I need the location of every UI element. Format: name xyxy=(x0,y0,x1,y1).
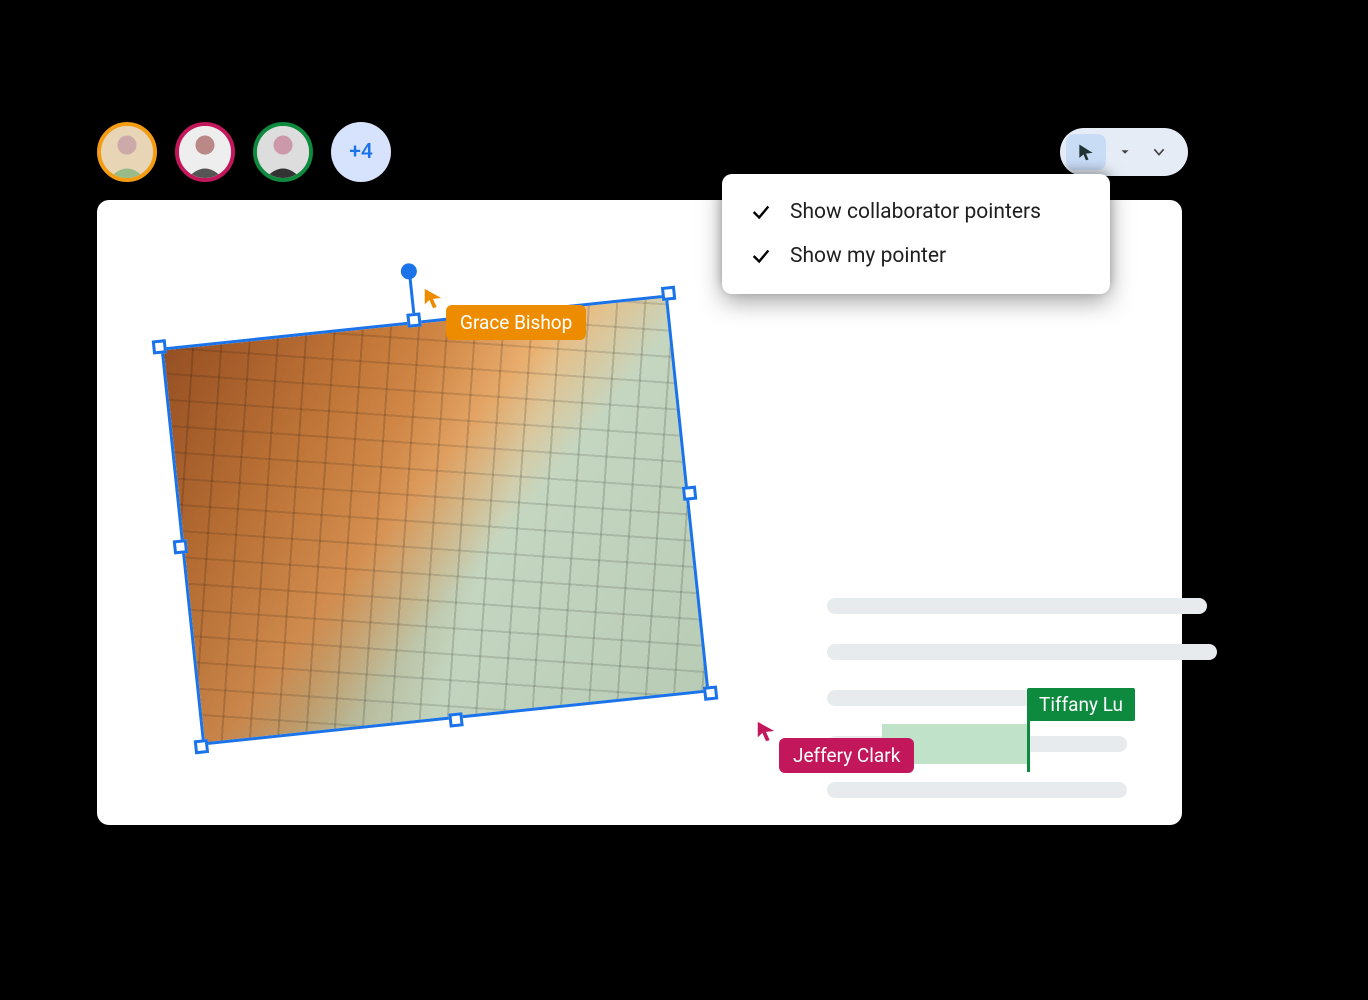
selected-image[interactable] xyxy=(160,294,709,745)
resize-handle-tm[interactable] xyxy=(406,312,421,327)
caret-down-icon xyxy=(1118,145,1132,159)
chevron-down-icon xyxy=(1151,144,1167,160)
check-icon xyxy=(750,245,772,267)
placeholder-line xyxy=(827,644,1217,660)
menu-item-show-my-pointer[interactable]: Show my pointer xyxy=(722,234,1110,278)
app-stage: +4 Tiffany xyxy=(0,0,1368,1000)
resize-handle-tr[interactable] xyxy=(661,286,676,301)
avatar-1[interactable] xyxy=(97,122,157,182)
cursor-icon xyxy=(422,287,444,309)
avatar-placeholder-icon xyxy=(101,126,153,178)
collaborator-avatars: +4 xyxy=(97,122,391,182)
resize-handle-ml[interactable] xyxy=(173,539,188,554)
resize-handle-tl[interactable] xyxy=(152,339,167,354)
avatar-3[interactable] xyxy=(253,122,313,182)
cursor-tool-button[interactable] xyxy=(1066,134,1106,170)
collaborator-caret-label: Tiffany Lu xyxy=(1027,688,1135,721)
menu-item-show-collaborator-pointers[interactable]: Show collaborator pointers xyxy=(722,190,1110,234)
collaborator-name-pill: Grace Bishop xyxy=(446,305,586,340)
pointer-toolbar xyxy=(1060,128,1188,176)
avatar-overflow-label: +4 xyxy=(349,140,373,164)
cursor-tool-dropdown[interactable] xyxy=(1110,134,1140,170)
placeholder-line xyxy=(827,782,1127,798)
cursor-icon xyxy=(755,720,777,742)
text-placeholder-block: Tiffany Lu xyxy=(827,598,1217,828)
menu-item-label: Show collaborator pointers xyxy=(790,200,1041,224)
collaborator-cursor-jeffery: Jeffery Clark xyxy=(755,720,777,742)
resize-handle-bl[interactable] xyxy=(194,739,209,754)
toolbar-expand[interactable] xyxy=(1144,134,1174,170)
resize-handle-br[interactable] xyxy=(703,685,718,700)
selection-outline xyxy=(160,294,709,745)
cursor-icon xyxy=(1076,142,1096,162)
collaborator-cursor-grace: Grace Bishop xyxy=(422,287,444,309)
resize-handle-mr[interactable] xyxy=(682,486,697,501)
pointer-options-menu: Show collaborator pointers Show my point… xyxy=(722,174,1110,294)
collaborator-caret xyxy=(1027,718,1030,772)
placeholder-line xyxy=(827,598,1207,614)
avatar-placeholder-icon xyxy=(179,126,231,178)
resize-handle-bm[interactable] xyxy=(448,712,463,727)
avatar-overflow[interactable]: +4 xyxy=(331,122,391,182)
menu-item-label: Show my pointer xyxy=(790,244,946,268)
avatar-placeholder-icon xyxy=(257,126,309,178)
avatar-2[interactable] xyxy=(175,122,235,182)
check-icon xyxy=(750,201,772,223)
collaborator-name-pill: Jeffery Clark xyxy=(779,738,914,773)
